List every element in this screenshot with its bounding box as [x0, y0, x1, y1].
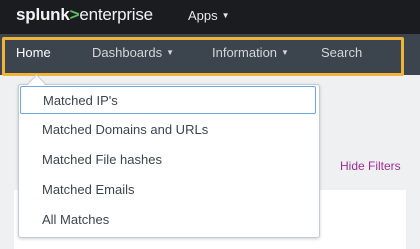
caret-down-icon: ▼: [281, 48, 289, 57]
nav-dashboards[interactable]: Dashboards ▼: [92, 45, 174, 60]
menu-item-label: Matched IP's: [43, 93, 118, 108]
menu-item-matched-domains-urls[interactable]: Matched Domains and URLs: [42, 122, 208, 137]
hide-filters-link[interactable]: Hide Filters: [340, 159, 401, 173]
nav-dashboards-label: Dashboards: [92, 45, 163, 60]
logo-splunk-text: splunk: [16, 5, 70, 24]
logo-enterprise-text: enterprise: [79, 5, 153, 24]
menu-item-all-matches[interactable]: All Matches: [42, 212, 109, 227]
nav-home-label: Home: [16, 45, 51, 60]
logo-chevron: >: [69, 5, 80, 24]
apps-menu-button[interactable]: Apps ▼: [188, 8, 230, 23]
caret-down-icon: ▼: [166, 48, 175, 57]
apps-label: Apps: [188, 8, 218, 23]
menu-item-matched-file-hashes[interactable]: Matched File hashes: [42, 152, 162, 167]
top-bar: splunk>enterprise Apps ▼: [0, 0, 420, 34]
nav-information-label: Information: [212, 45, 278, 60]
splunk-logo[interactable]: splunk>enterprise: [16, 5, 153, 25]
menu-item-matched-emails[interactable]: Matched Emails: [42, 182, 134, 197]
caret-down-icon: ▼: [221, 11, 230, 20]
nav-information[interactable]: Information ▼: [212, 45, 289, 60]
nav-search-label: Search: [321, 45, 363, 60]
menu-item-matched-ips[interactable]: Matched IP's: [20, 86, 316, 114]
nav-home[interactable]: Home: [16, 45, 51, 60]
nav-search[interactable]: Search: [321, 45, 362, 60]
